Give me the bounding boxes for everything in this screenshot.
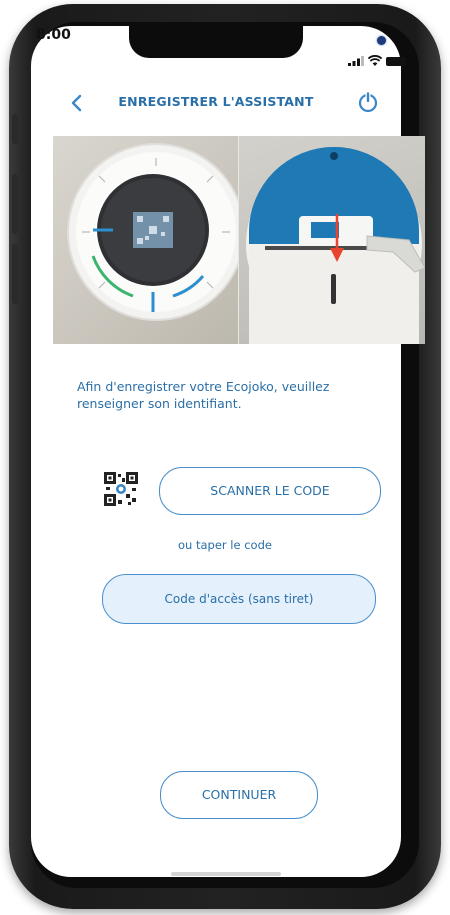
- access-code-input[interactable]: Code d'accès (sans tiret): [102, 574, 376, 624]
- home-indicator: [171, 872, 281, 876]
- power-icon[interactable]: [357, 91, 379, 113]
- device-back-photo: [237, 136, 425, 344]
- continue-button[interactable]: CONTINUER: [160, 771, 318, 819]
- volume-up-button: [12, 174, 18, 234]
- status-time: 8:00: [36, 27, 71, 43]
- device-photos: [53, 136, 425, 344]
- scan-code-button[interactable]: SCANNER LE CODE: [159, 467, 381, 515]
- or-type-code-text: ou taper le code: [178, 538, 272, 552]
- volume-down-button: [12, 244, 18, 304]
- thermostat-back-illustration: [245, 147, 425, 344]
- intro-text: Afin d'enregistrer votre Ecojoko, veuill…: [77, 379, 330, 411]
- header-bar: ENREGISTRER L'ASSISTANT: [31, 88, 401, 118]
- front-camera: [377, 36, 386, 45]
- page-title: ENREGISTRER L'ASSISTANT: [118, 94, 314, 109]
- status-icons: [346, 54, 416, 68]
- chevron-left-icon[interactable]: [67, 92, 87, 114]
- thermostat-front-illustration: [67, 143, 238, 321]
- notch: [129, 26, 386, 58]
- device-front-photo: [53, 136, 238, 344]
- battery-icon: [386, 57, 406, 66]
- mute-switch: [12, 114, 18, 144]
- wifi-icon: [368, 55, 382, 66]
- qr-code-icon[interactable]: [104, 472, 138, 506]
- signal-icon: [348, 56, 364, 66]
